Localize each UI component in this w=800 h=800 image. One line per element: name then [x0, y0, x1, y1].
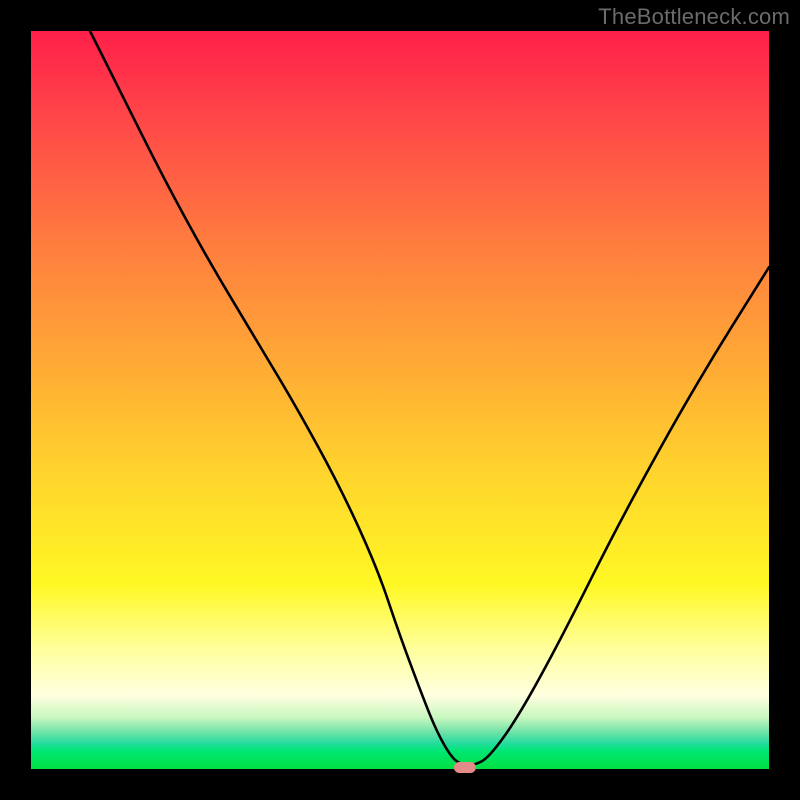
plot-area: [31, 31, 769, 769]
chart-frame: TheBottleneck.com: [0, 0, 800, 800]
bottleneck-curve: [31, 31, 769, 769]
optimal-marker: [454, 762, 476, 773]
attribution-watermark: TheBottleneck.com: [598, 4, 790, 30]
